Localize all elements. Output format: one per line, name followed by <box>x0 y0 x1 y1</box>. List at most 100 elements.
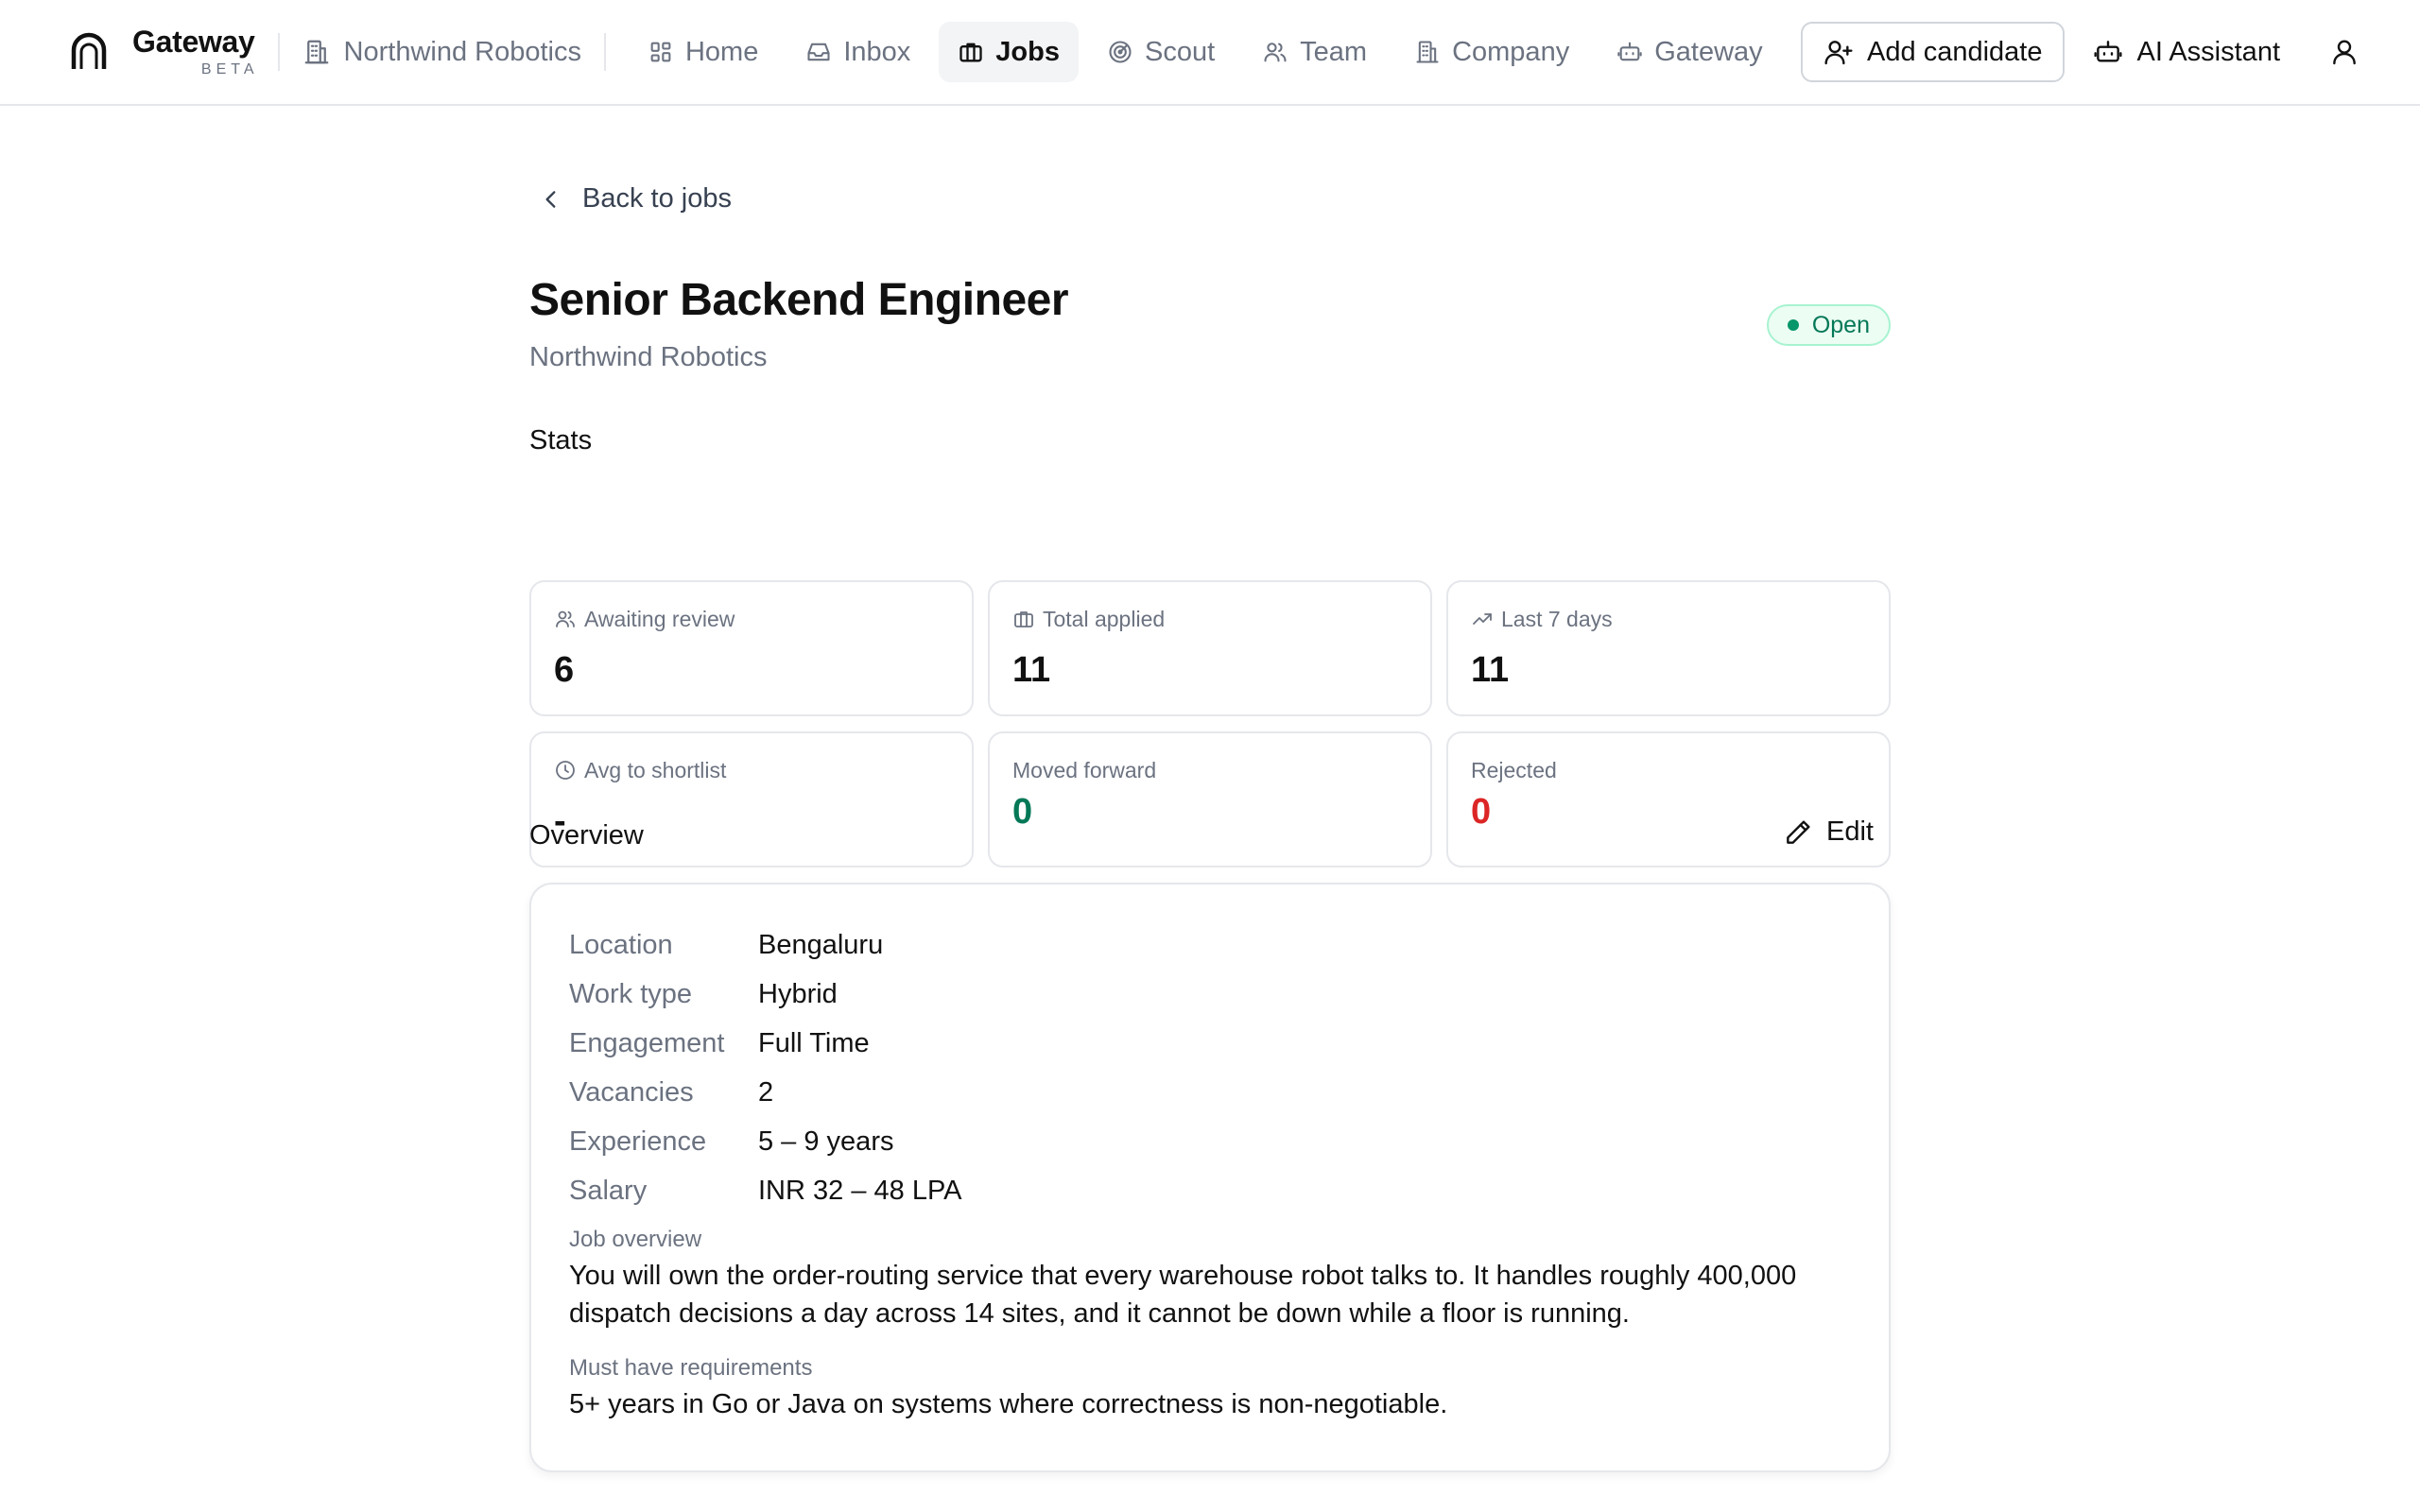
stat-label: Total applied <box>1012 605 1408 633</box>
job-company: Northwind Robotics <box>529 342 768 372</box>
status-label: Open <box>1811 311 1870 338</box>
job-overview-text: You will own the order-routing service t… <box>569 1261 1797 1329</box>
nav-inbox-label: Inbox <box>843 36 911 67</box>
organization-name: Northwind Robotics <box>343 36 581 67</box>
chevron-left-icon <box>545 190 556 208</box>
divider <box>277 33 280 71</box>
stat-value: 11 <box>1471 650 1510 690</box>
nav-home-label: Home <box>684 36 759 67</box>
detail-key: Salary <box>569 1175 648 1206</box>
bot-icon <box>2094 41 2123 62</box>
overview-card: Location Bengaluru Work type Hybrid Enga… <box>529 883 1891 1472</box>
nav-team-label: Team <box>1300 36 1368 67</box>
gateway-logo-icon <box>71 32 107 69</box>
organization-switcher[interactable]: Northwind Robotics <box>302 37 581 68</box>
stat-card-total-applied[interactable]: Total applied 11 <box>988 580 1432 716</box>
stats-heading: Stats <box>529 425 593 455</box>
nav-scout-label: Scout <box>1144 36 1216 67</box>
beta-tag: BETA <box>200 61 259 77</box>
detail-row: Location Bengaluru <box>569 920 961 970</box>
stat-label: Awaiting review <box>554 605 949 633</box>
nav-jobs-label: Jobs <box>995 36 1060 67</box>
stat-label-text: Rejected <box>1471 757 1557 782</box>
header-actions: Add candidate AI Assistant <box>1801 22 2367 82</box>
overview-heading: Overview <box>529 820 644 850</box>
brand-name: Gateway <box>132 25 255 59</box>
brand-text: Gateway BETA <box>132 26 255 77</box>
status-badge: Open <box>1766 304 1891 346</box>
nav-company-label: Company <box>1452 36 1570 67</box>
detail-key: Work type <box>569 978 693 1009</box>
nav-team[interactable]: Team <box>1243 22 1386 82</box>
brand[interactable]: Gateway BETA <box>68 26 255 77</box>
edit-label: Edit <box>1826 816 1874 847</box>
stat-label-text: Last 7 days <box>1501 606 1613 631</box>
user-icon <box>2333 40 2356 65</box>
users-icon <box>556 610 575 627</box>
user-plus-icon <box>1824 41 1853 65</box>
radar-icon <box>1109 41 1132 63</box>
pencil-icon <box>1787 819 1810 844</box>
stat-value: 6 <box>554 650 575 690</box>
back-to-jobs-label: Back to jobs <box>582 183 732 214</box>
main-nav: Home Inbox Jobs Scout Team Company Gatew… <box>629 22 1791 82</box>
building-icon <box>304 40 328 64</box>
nav-inbox[interactable]: Inbox <box>786 22 929 82</box>
detail-value: 2 <box>758 1076 774 1108</box>
stat-label-text: Moved forward <box>1012 757 1157 782</box>
stat-label-text: Avg to shortlist <box>584 757 727 782</box>
stat-label: Rejected <box>1471 756 1866 784</box>
detail-key: Vacancies <box>569 1076 694 1108</box>
detail-value: Hybrid <box>758 978 838 1009</box>
nav-gateway-label: Gateway <box>1654 36 1763 67</box>
detail-value: Bengaluru <box>758 929 884 960</box>
edit-overview-button[interactable]: Edit <box>1783 816 1874 848</box>
status-dot <box>1787 319 1799 331</box>
top-navigation-bar: Gateway BETA Northwind Robotics Home Inb… <box>0 0 2420 106</box>
stat-card-moved-forward[interactable]: Moved forward 0 <box>988 731 1432 868</box>
stat-value: 0 <box>1012 792 1033 832</box>
detail-row: Engagement Full Time <box>569 1019 961 1068</box>
detail-value: 5 – 9 years <box>758 1125 894 1157</box>
stat-label: Avg to shortlist <box>554 756 949 784</box>
job-overview-label: Job overview <box>569 1227 702 1252</box>
stat-label: Last 7 days <box>1471 605 1866 633</box>
divider <box>603 33 606 71</box>
detail-value: INR 32 – 48 LPA <box>758 1175 962 1206</box>
detail-row: Vacancies 2 <box>569 1068 961 1117</box>
nav-scout[interactable]: Scout <box>1088 22 1234 82</box>
nav-company[interactable]: Company <box>1395 22 1588 82</box>
profile-button[interactable] <box>2322 29 2367 75</box>
bot-icon <box>1617 42 1642 61</box>
ai-assistant-button[interactable]: AI Assistant <box>2074 22 2299 82</box>
stat-label: Moved forward <box>1012 756 1408 784</box>
add-candidate-label: Add candidate <box>1867 36 2043 67</box>
add-candidate-button[interactable]: Add candidate <box>1801 22 2066 82</box>
must-have-label: Must have requirements <box>569 1355 813 1381</box>
detail-key: Location <box>569 929 673 960</box>
nav-jobs[interactable]: Jobs <box>939 22 1079 82</box>
stat-card-last-7-days[interactable]: Last 7 days 11 <box>1446 580 1891 716</box>
page-title: Senior Backend Engineer <box>529 275 1069 325</box>
nav-gateway[interactable]: Gateway <box>1598 22 1781 82</box>
grid-icon <box>650 42 671 62</box>
job-details-list: Location Bengaluru Work type Hybrid Enga… <box>569 920 961 1215</box>
detail-row: Experience 5 – 9 years <box>569 1117 961 1166</box>
stat-value: 11 <box>1012 650 1051 690</box>
must-have-text: 5+ years in Go or Java on systems where … <box>569 1389 1448 1419</box>
stat-card-awaiting-review[interactable]: Awaiting review 6 <box>529 580 974 716</box>
building-icon <box>1416 41 1439 63</box>
users-icon <box>1264 43 1287 62</box>
detail-row: Salary INR 32 – 48 LPA <box>569 1166 961 1215</box>
detail-value: Full Time <box>758 1027 870 1058</box>
ai-assistant-label: AI Assistant <box>2136 36 2280 67</box>
briefcase-icon <box>1014 611 1033 627</box>
clock-icon <box>556 761 575 780</box>
briefcase-icon <box>959 43 982 62</box>
detail-key: Engagement <box>569 1027 725 1058</box>
nav-home[interactable]: Home <box>629 22 777 82</box>
inbox-icon <box>807 43 830 61</box>
trending-up-icon <box>1473 613 1492 625</box>
back-to-jobs-link[interactable]: Back to jobs <box>539 183 732 215</box>
stat-label-text: Total applied <box>1043 606 1166 631</box>
